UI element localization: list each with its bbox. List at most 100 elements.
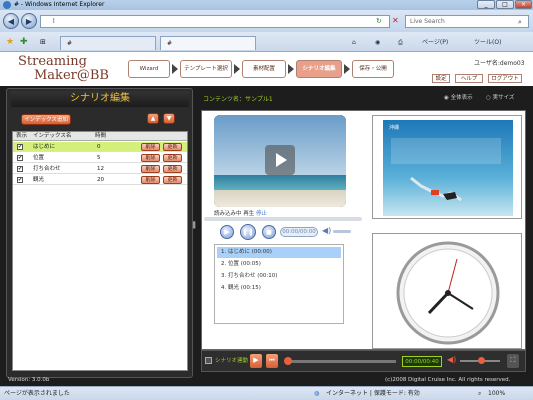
- scenario-link-label: シナリオ連動: [215, 358, 249, 364]
- delete-button[interactable]: 削除: [141, 165, 160, 173]
- volume-icon[interactable]: ◀): [322, 226, 331, 235]
- slide-image: 沖縄: [383, 120, 513, 216]
- radio-full-label: 全体表示: [450, 95, 473, 101]
- tab-1[interactable]: #: [60, 36, 156, 50]
- row-name: 位置: [33, 155, 45, 161]
- timeline-play-icon[interactable]: ▶: [250, 354, 262, 368]
- search-input[interactable]: Live Search ⌕: [405, 15, 529, 28]
- home-icon[interactable]: ⌂: [352, 38, 356, 48]
- forward-icon[interactable]: ▶: [21, 13, 37, 29]
- delete-button[interactable]: 削除: [141, 176, 160, 184]
- status-text: ページが表示されました: [4, 390, 70, 397]
- settings-button[interactable]: 設定: [432, 74, 450, 83]
- scenario-link-checkbox[interactable]: [205, 357, 212, 364]
- search-placeholder: Live Search: [410, 18, 445, 25]
- feeds-icon[interactable]: ◉: [375, 38, 380, 48]
- timeline-rewind-icon[interactable]: ⏮: [266, 354, 278, 368]
- minimize-button[interactable]: _: [477, 0, 495, 9]
- display-checkbox[interactable]: ✔: [17, 144, 23, 150]
- chapter-item[interactable]: 3. 打ち合わせ (00:10): [217, 271, 341, 282]
- refresh-icon[interactable]: ↻: [376, 17, 382, 25]
- volume-slider[interactable]: [333, 230, 351, 233]
- chapter-item[interactable]: 2. 位置 (00:05): [217, 259, 341, 270]
- add-favorite-icon[interactable]: ✚: [20, 37, 28, 47]
- table-row[interactable]: ✔ 位置 5 削除 更新: [13, 153, 187, 163]
- zoom-icon[interactable]: ⌕: [478, 387, 481, 400]
- video-scrollbar[interactable]: [204, 217, 362, 221]
- update-button[interactable]: 更新: [163, 176, 182, 184]
- tab-list-icon[interactable]: ⊞: [40, 38, 46, 46]
- timeline-seek-thumb[interactable]: [284, 357, 292, 365]
- add-index-button[interactable]: インデックス追加: [21, 114, 71, 125]
- tab-2[interactable]: #: [160, 36, 256, 50]
- delete-button[interactable]: 削除: [141, 143, 160, 151]
- row-name: はじめに: [33, 144, 56, 150]
- step-arrow-icon: [172, 64, 178, 74]
- fullscreen-icon[interactable]: ⛶: [507, 354, 519, 368]
- search-icon[interactable]: ⌕: [518, 16, 522, 28]
- address-bar[interactable]: l: [40, 15, 390, 28]
- video-player[interactable]: [214, 115, 346, 207]
- table-row[interactable]: ✔ 観光 20 削除 更新: [13, 175, 187, 185]
- play-overlay-icon[interactable]: [265, 145, 295, 175]
- display-checkbox[interactable]: ✔: [17, 177, 23, 183]
- timeline-seek-track[interactable]: [286, 360, 396, 363]
- preview-canvas: 読み込み中 再生 停止 ▶ ❚❚ ■ 00:00/00:00 ◀) 1. はじめ…: [201, 110, 526, 350]
- display-checkbox[interactable]: ✔: [17, 155, 23, 161]
- timeline-volume-icon[interactable]: ◀): [447, 355, 456, 364]
- table-row[interactable]: ✔ はじめに 0 削除 更新: [13, 142, 187, 152]
- back-icon[interactable]: ◀: [3, 13, 19, 29]
- update-button[interactable]: 更新: [163, 165, 182, 173]
- help-button[interactable]: ヘルプ: [455, 74, 483, 83]
- logout-button[interactable]: ログアウト: [488, 74, 522, 83]
- stop-icon[interactable]: ✕: [392, 16, 399, 25]
- play-icon[interactable]: ▶: [220, 225, 234, 239]
- row-name: 観光: [33, 177, 45, 183]
- tools-menu[interactable]: ツール(O): [474, 38, 501, 48]
- clock-image[interactable]: [372, 233, 522, 349]
- delete-button[interactable]: 削除: [141, 154, 160, 162]
- move-down-button[interactable]: ▼: [163, 113, 175, 124]
- stop-button-icon[interactable]: ■: [262, 225, 276, 239]
- user-name: ユーザ名:demo03: [474, 60, 525, 67]
- preview-area: コンテンツ名：サンプル1 ◉ 全体表示 ○ 実サイズ 読み込み中 再生 停止 ▶…: [198, 88, 529, 378]
- table-row[interactable]: ✔ 打ち合わせ 12 削除 更新: [13, 164, 187, 174]
- tab-2-label: #: [167, 40, 173, 47]
- slide-preview[interactable]: 沖縄: [372, 115, 522, 219]
- step-material[interactable]: 素材配置: [242, 60, 286, 78]
- content-name: コンテンツ名：サンプル1: [203, 96, 273, 103]
- display-checkbox[interactable]: ✔: [17, 166, 23, 172]
- page-menu[interactable]: ページ(P): [422, 38, 448, 48]
- chapter-item[interactable]: 4. 観光 (00:15): [217, 283, 341, 294]
- app-header: Streaming Maker@BB Wizard テンプレート選択 素材配置 …: [0, 52, 533, 86]
- update-button[interactable]: 更新: [163, 154, 182, 162]
- video-sea: [214, 175, 346, 190]
- update-button[interactable]: 更新: [163, 143, 182, 151]
- step-scenario[interactable]: シナリオ編集: [296, 60, 342, 78]
- row-time: 0: [97, 144, 101, 150]
- copyright-text: (c)2008 Digital Cruise Inc. All rights r…: [385, 377, 511, 383]
- row-time: 5: [97, 155, 101, 161]
- step-wizard[interactable]: Wizard: [128, 60, 170, 78]
- navigation-bar: ◀ ▶ l ↻ ✕ Live Search ⌕: [0, 10, 533, 32]
- zoom-level[interactable]: 100%: [488, 387, 505, 400]
- map-icon: [391, 138, 501, 202]
- maximize-button[interactable]: □: [496, 0, 514, 9]
- print-icon[interactable]: ⎙: [398, 38, 403, 48]
- favorites-star-icon[interactable]: ★: [6, 37, 14, 47]
- timeline-volume-thumb[interactable]: [478, 357, 485, 364]
- collapse-panel-handle[interactable]: ▌: [193, 222, 198, 229]
- step-template[interactable]: テンプレート選択: [180, 60, 232, 78]
- radio-full-view[interactable]: ◉ 全体表示: [444, 93, 473, 101]
- chapter-item[interactable]: 1. はじめに (00:00): [217, 247, 341, 258]
- app-footer: Version: 3.0.0b (c)2008 Digital Cruise I…: [0, 374, 533, 386]
- clock-icon: [396, 241, 500, 345]
- step-publish[interactable]: 保存・公開: [352, 60, 394, 78]
- pause-icon[interactable]: ❚❚: [240, 224, 256, 240]
- app-area: Streaming Maker@BB Wizard テンプレート選択 素材配置 …: [0, 52, 533, 386]
- close-window-button[interactable]: ×: [515, 0, 532, 9]
- radio-actual-size[interactable]: ○ 実サイズ: [486, 93, 514, 101]
- globe-icon: ◍: [314, 390, 320, 397]
- move-up-button[interactable]: ▲: [147, 113, 159, 124]
- row-name: 打ち合わせ: [33, 166, 61, 172]
